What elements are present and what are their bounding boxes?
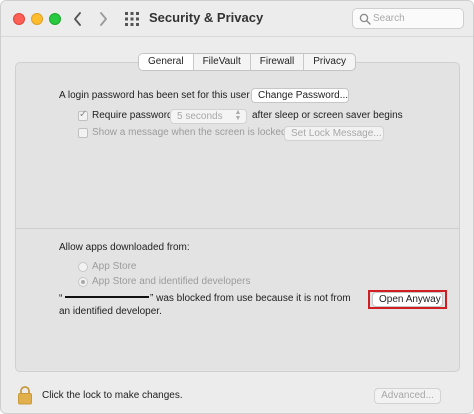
lock-icon [18, 386, 32, 405]
change-password-button[interactable]: Change Password... [251, 88, 349, 103]
search-icon [359, 13, 371, 25]
section-divider [15, 228, 460, 229]
lock-button[interactable] [17, 385, 33, 405]
redacted-app-name [65, 296, 149, 298]
after-sleep-text: after sleep or screen saver begins [252, 110, 403, 121]
window: Security & Privacy General FileVault Fir… [0, 0, 474, 414]
back-button[interactable] [69, 9, 87, 29]
tab-bar: General FileVault Firewall Privacy [138, 53, 356, 71]
blocked-message-line2: an identified developer. [59, 306, 162, 317]
advanced-button[interactable]: Advanced... [374, 388, 441, 404]
lock-text: Click the lock to make changes. [42, 390, 183, 401]
chevron-right-icon [100, 12, 107, 26]
search-input[interactable] [373, 11, 459, 26]
chevron-left-icon [74, 12, 81, 26]
radio-app-store[interactable] [78, 262, 88, 272]
blocked-message-line1: ” was blocked from use because it is not… [150, 293, 351, 304]
zoom-button[interactable] [49, 13, 61, 25]
show-message-checkbox[interactable] [78, 128, 88, 138]
radio-app-store-label: App Store [92, 261, 137, 272]
window-title: Security & Privacy [149, 10, 264, 25]
titlebar: Security & Privacy [1, 1, 473, 37]
require-password-label: Require password [92, 110, 173, 121]
grid-icon [125, 12, 139, 26]
set-lock-message-button[interactable]: Set Lock Message... [284, 126, 384, 141]
close-button[interactable] [13, 13, 25, 25]
radio-app-store-identified-label: App Store and identified developers [92, 276, 251, 287]
allow-apps-heading: Allow apps downloaded from: [59, 242, 190, 253]
open-anyway-button[interactable]: Open Anyway [372, 292, 443, 307]
show-all-button[interactable] [125, 12, 139, 26]
password-delay-select[interactable]: 5 seconds ▲ ▼ [170, 109, 247, 124]
tab-filevault[interactable]: FileVault [192, 54, 250, 70]
show-message-label: Show a message when the screen is locked [92, 127, 287, 138]
chevron-updown-icon: ▲ ▼ [234, 109, 242, 122]
require-password-checkbox[interactable]: ✓ [78, 109, 88, 121]
password-delay-value: 5 seconds [177, 111, 223, 122]
tab-firewall[interactable]: Firewall [249, 54, 303, 70]
checkmark-icon: ✓ [79, 109, 88, 120]
radio-app-store-identified[interactable] [78, 277, 88, 287]
tab-privacy[interactable]: Privacy [303, 54, 355, 70]
search-field[interactable] [352, 8, 464, 29]
minimize-button[interactable] [31, 13, 43, 25]
blocked-quote-open: “ [59, 293, 63, 304]
tab-general[interactable]: General [139, 54, 193, 70]
login-password-text: A login password has been set for this u… [59, 90, 250, 101]
forward-button[interactable] [94, 9, 112, 29]
